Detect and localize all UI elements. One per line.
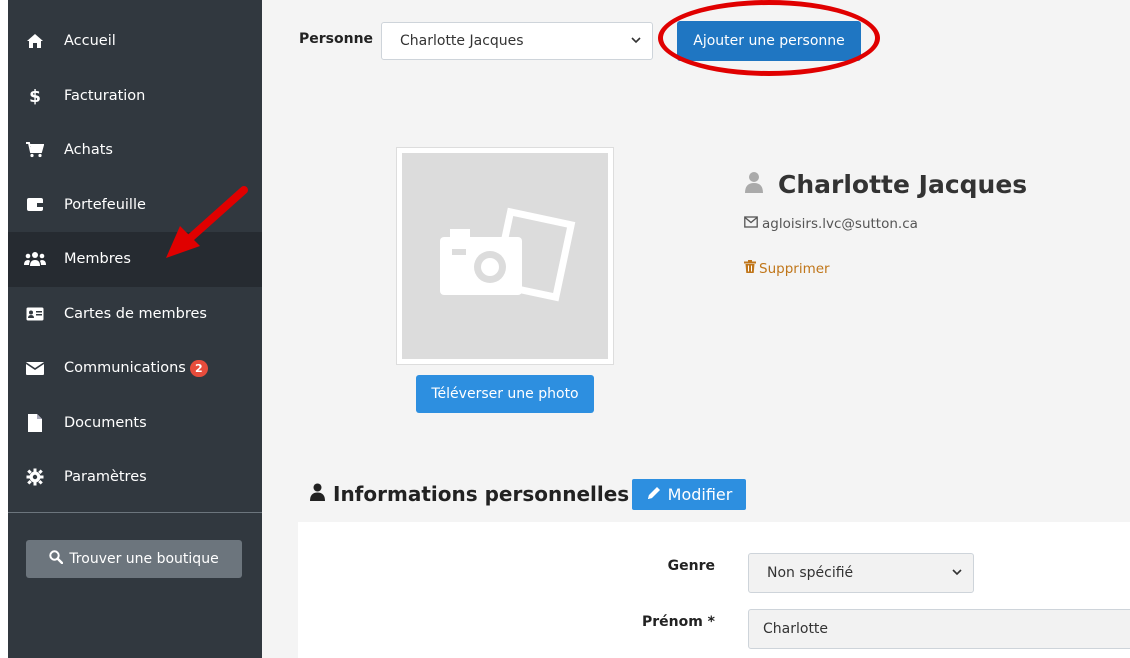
find-shop-button[interactable]: Trouver une boutique	[26, 540, 242, 578]
edit-button[interactable]: Modifier	[632, 479, 746, 510]
genre-select-value: Non spécifié	[767, 565, 854, 581]
prenom-input[interactable]: Charlotte	[748, 609, 1130, 649]
sidebar-item-label: Membres	[64, 251, 131, 268]
add-person-button[interactable]: Ajouter une personne	[677, 21, 861, 61]
photo-placeholder	[402, 153, 608, 359]
chevron-down-icon	[630, 34, 642, 50]
sidebar-item-label: Portefeuille	[64, 196, 146, 213]
sidebar-item-facturation[interactable]: $ Facturation	[8, 69, 262, 124]
envelope-icon	[744, 216, 758, 232]
delete-link[interactable]: Supprimer	[744, 260, 830, 277]
sidebar: Accueil $ Facturation Achats Portefeuill…	[0, 0, 262, 658]
prenom-input-value: Charlotte	[763, 621, 829, 637]
profile-photo-frame	[396, 147, 614, 365]
user-icon	[744, 170, 764, 199]
dollar-icon: $	[24, 85, 46, 107]
profile-email: agloisirs.lvc@sutton.ca	[744, 216, 918, 232]
sidebar-item-cartes-de-membres[interactable]: Cartes de membres	[8, 287, 262, 342]
genre-label: Genre	[667, 558, 715, 574]
sidebar-item-label: Facturation	[64, 87, 146, 104]
person-label: Personne	[299, 31, 374, 47]
users-icon	[24, 248, 46, 270]
search-icon	[49, 550, 64, 568]
edit-button-label: Modifier	[667, 485, 733, 504]
sidebar-item-accueil[interactable]: Accueil	[8, 14, 262, 69]
gear-icon	[24, 466, 46, 488]
sidebar-item-label: Cartes de membres	[64, 305, 207, 322]
sidebar-item-label: Communications	[64, 360, 186, 377]
home-icon	[24, 30, 46, 52]
file-icon	[24, 412, 46, 434]
wallet-icon	[24, 194, 46, 216]
person-select[interactable]: Charlotte Jacques	[381, 22, 653, 60]
profile-email-text: agloisirs.lvc@sutton.ca	[762, 216, 918, 232]
sidebar-item-parametres[interactable]: Paramètres	[8, 450, 262, 505]
svg-text:$: $	[29, 87, 41, 105]
upload-photo-button[interactable]: Téléverser une photo	[416, 375, 594, 413]
genre-select[interactable]: Non spécifié	[748, 553, 974, 593]
sidebar-divider	[8, 512, 262, 513]
delete-label: Supprimer	[759, 260, 830, 277]
sidebar-item-label: Documents	[64, 414, 147, 431]
sidebar-item-label: Achats	[64, 142, 113, 159]
envelope-icon	[24, 357, 46, 379]
person-select-value: Charlotte Jacques	[400, 33, 524, 49]
sidebar-item-documents[interactable]: Documents	[8, 396, 262, 451]
camera-photo-icon	[440, 207, 576, 302]
sidebar-item-achats[interactable]: Achats	[8, 123, 262, 178]
prenom-label: Prénom *	[641, 614, 715, 630]
profile-name: Charlotte Jacques	[744, 170, 1027, 199]
cart-icon	[24, 139, 46, 161]
trash-icon	[744, 260, 756, 277]
notification-badge: 2	[189, 359, 208, 377]
sidebar-item-portefeuille[interactable]: Portefeuille	[8, 178, 262, 233]
chevron-down-icon	[951, 566, 963, 582]
sidebar-item-communications[interactable]: Communications 2	[8, 341, 262, 396]
pencil-icon	[646, 485, 662, 505]
section-title: Informations personnelles	[310, 482, 629, 506]
id-card-icon	[24, 303, 46, 325]
sidebar-item-membres[interactable]: Membres	[8, 232, 262, 287]
profile-name-text: Charlotte Jacques	[778, 170, 1028, 199]
user-icon	[310, 482, 325, 506]
sidebar-item-label: Accueil	[64, 33, 116, 50]
sidebar-item-label: Paramètres	[64, 469, 147, 486]
find-shop-label: Trouver une boutique	[69, 551, 219, 567]
section-title-text: Informations personnelles	[333, 482, 630, 506]
